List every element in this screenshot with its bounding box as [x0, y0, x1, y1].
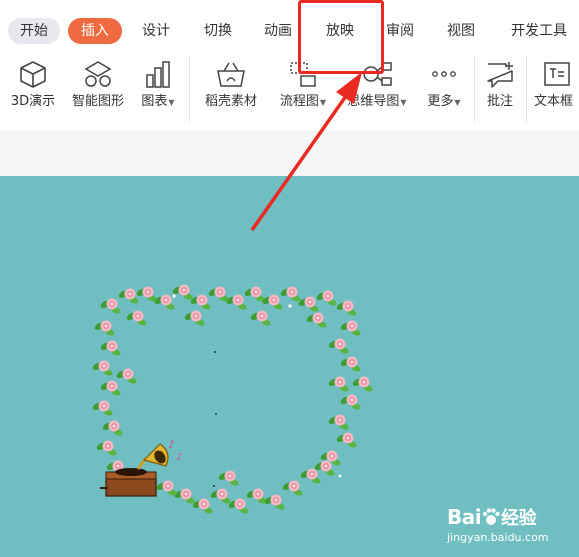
annotation-arrow [250, 72, 362, 232]
baidu-jingyan-watermark: Bai 经验 jingyan.baidu.com [447, 504, 549, 544]
watermark-logo-left: Bai [447, 505, 482, 529]
paw-icon [482, 508, 500, 525]
watermark-logo-right: 经验 [501, 508, 537, 529]
watermark-url: jingyan.baidu.com [447, 531, 549, 544]
